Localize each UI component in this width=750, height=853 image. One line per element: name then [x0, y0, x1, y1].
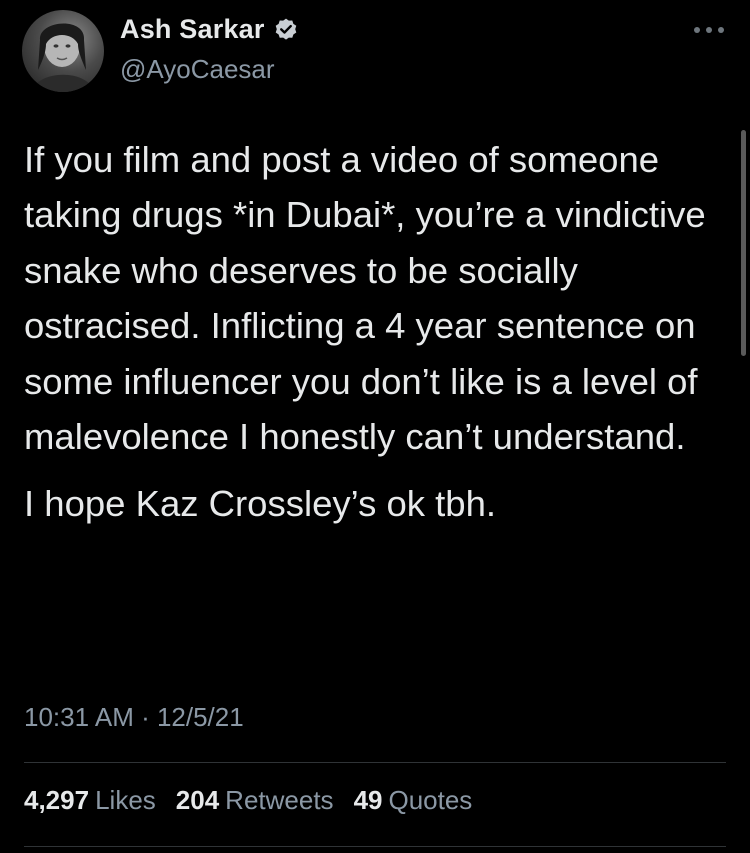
- retweets-count: 204: [175, 785, 220, 815]
- more-dot: [706, 27, 712, 33]
- tweet-text: If you film and post a video of someone …: [24, 132, 724, 532]
- avatar[interactable]: [22, 10, 104, 92]
- likes-stat[interactable]: 4,297 Likes: [24, 785, 156, 816]
- scrollbar[interactable]: [741, 130, 746, 356]
- tweet-paragraph: I hope Kaz Crossley’s ok tbh.: [24, 483, 497, 525]
- author-name-row: Ash Sarkar: [120, 14, 299, 45]
- quotes-label: Quotes: [388, 785, 473, 815]
- divider: [24, 846, 726, 847]
- quotes-count: 49: [353, 785, 383, 815]
- divider: [24, 762, 726, 763]
- more-dot: [694, 27, 700, 33]
- engagement-stats: 4,297 Likes 204 Retweets 49 Quotes: [24, 785, 472, 816]
- more-dot: [718, 27, 724, 33]
- retweets-label: Retweets: [225, 785, 334, 815]
- likes-label: Likes: [95, 785, 156, 815]
- verified-badge-icon: [273, 17, 299, 43]
- display-name[interactable]: Ash Sarkar: [120, 14, 265, 45]
- likes-count: 4,297: [24, 785, 90, 815]
- more-options-icon[interactable]: [694, 22, 724, 38]
- tweet-timestamp[interactable]: 10:31 AM · 12/5/21: [24, 702, 244, 733]
- retweets-stat[interactable]: 204 Retweets: [176, 785, 334, 816]
- tweet-paragraph: If you film and post a video of someone …: [24, 139, 706, 458]
- quotes-stat[interactable]: 49 Quotes: [354, 785, 473, 816]
- author-handle[interactable]: @AyoCaesar: [120, 54, 275, 85]
